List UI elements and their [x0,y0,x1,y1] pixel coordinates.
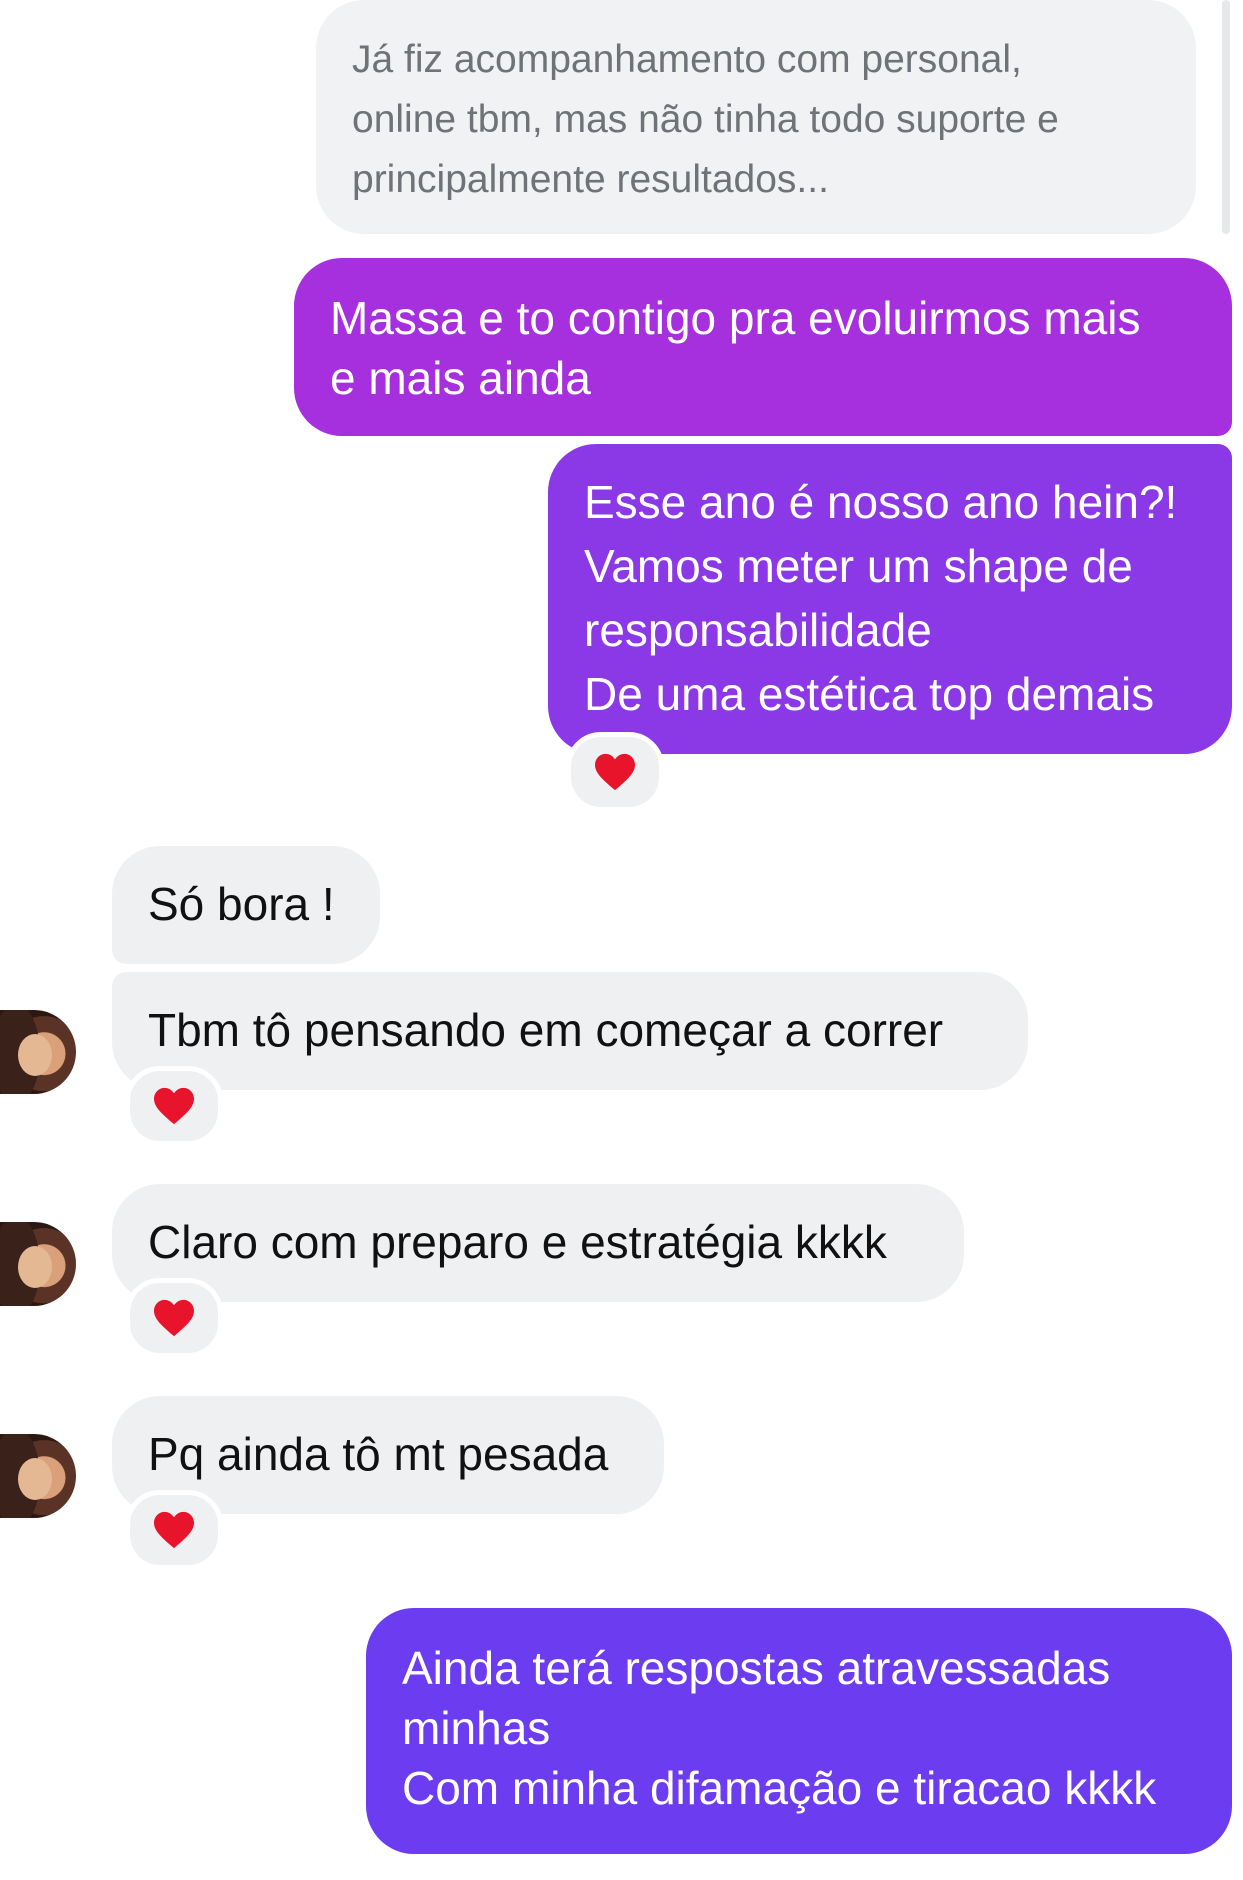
message-line: Com minha difamação e tiracao kkkk [402,1762,1157,1814]
message-line: Tbm tô pensando em começar a correr [148,1004,944,1056]
sent-message-bubble[interactable]: Ainda terá respostas atravessadas minhas… [366,1608,1232,1854]
message-line: Claro com preparo e estratégia kkkk [148,1216,887,1268]
red-heart-icon [154,1087,194,1125]
scrollbar[interactable] [1222,0,1230,234]
message-line: Só bora ! [148,878,335,930]
received-message-bubble[interactable]: Claro com preparo e estratégia kkkk [112,1184,964,1302]
message-line: online tbm, mas não tinha todo suporte e [352,98,1059,141]
message-line: Vamos meter um shape de [584,540,1133,592]
heart-reaction[interactable] [125,1278,223,1358]
contact-avatar[interactable] [0,1010,76,1094]
red-heart-icon [595,753,635,791]
message-line: minhas [402,1702,551,1754]
message-line: Massa e to contigo pra evoluirmos mais [330,292,1141,344]
received-message-bubble[interactable]: Só bora ! [112,846,380,964]
heart-reaction[interactable] [125,1066,223,1146]
message-line: Pq ainda tô mt pesada [148,1428,609,1480]
contact-avatar[interactable] [0,1434,76,1518]
sent-message-bubble[interactable]: Massa e to contigo pra evoluirmos mais e… [294,258,1232,436]
heart-reaction[interactable] [566,732,664,812]
red-heart-icon [154,1299,194,1337]
message-line: Ainda terá respostas atravessadas [402,1642,1111,1694]
message-line: Esse ano é nosso ano hein?! [584,476,1178,528]
message-line: e mais ainda [330,352,591,404]
sent-message-bubble[interactable]: Esse ano é nosso ano hein?! Vamos meter … [548,444,1232,754]
message-line: Já fiz acompanhamento com personal, [352,38,1022,81]
quoted-message-bubble[interactable]: Já fiz acompanhamento com personal, onli… [316,0,1196,234]
red-heart-icon [154,1511,194,1549]
received-message-bubble[interactable]: Tbm tô pensando em começar a correr [112,972,1028,1090]
message-line: De uma estética top demais [584,668,1155,720]
heart-reaction[interactable] [125,1490,223,1570]
contact-avatar[interactable] [0,1222,76,1306]
message-line: principalmente resultados... [352,158,829,201]
message-line: responsabilidade [584,604,932,656]
